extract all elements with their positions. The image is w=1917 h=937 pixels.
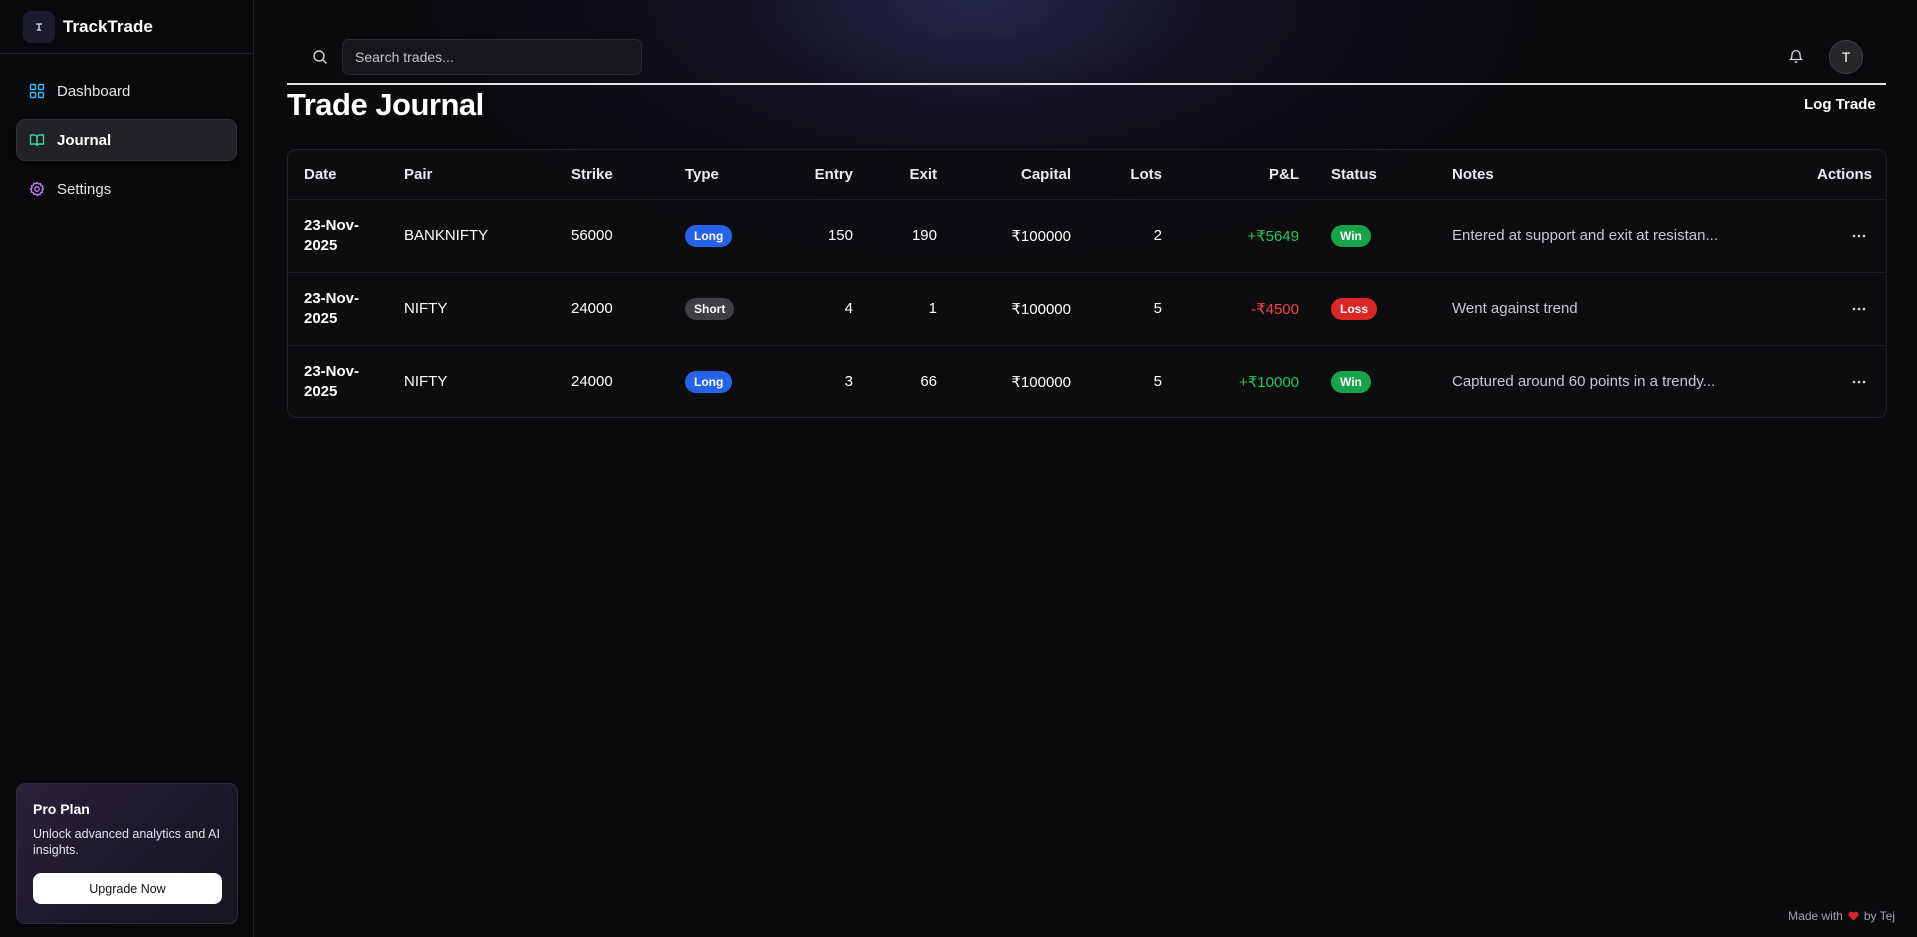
column-header-exit[interactable]: Exit <box>869 150 953 199</box>
gear-icon <box>29 181 45 197</box>
cell-type: Short <box>669 272 773 345</box>
search-input[interactable] <box>342 39 642 75</box>
footer-author: by Tej <box>1863 909 1895 923</box>
table-row[interactable]: 23-Nov- 2025 NIFTY 24000 Long 3 66 ₹10000… <box>288 345 1886 417</box>
cell-entry: 4 <box>844 300 853 317</box>
bell-icon[interactable] <box>1788 48 1804 64</box>
cell-entry: 3 <box>844 373 853 391</box>
cell-strike: 24000 <box>571 373 613 391</box>
more-options-icon[interactable] <box>1846 226 1872 246</box>
column-header-type[interactable]: Type <box>669 150 773 199</box>
book-open-icon <box>29 132 45 148</box>
cell-pair: NIFTY <box>404 300 448 317</box>
sidebar: TrackTrade Dashboard Journal Settings Pr… <box>0 0 254 937</box>
cell-exit: 66 <box>920 373 937 391</box>
status-badge: Loss <box>1331 297 1378 320</box>
cell-actions <box>1758 199 1886 272</box>
cell-capital: ₹100000 <box>1011 300 1071 318</box>
cell-pnl: +₹10000 <box>1238 373 1299 391</box>
brand: TrackTrade <box>0 0 253 54</box>
cell-actions <box>1758 345 1886 417</box>
cell-status: Win <box>1315 199 1436 272</box>
column-header-lots[interactable]: Lots <box>1087 150 1178 199</box>
column-header-pnl[interactable]: P&L <box>1178 150 1315 199</box>
cell-strike: 24000 <box>571 300 613 317</box>
cell-status: Win <box>1315 345 1436 417</box>
cell-date: 23-Nov- 2025 <box>304 362 360 400</box>
cell-exit: 190 <box>911 227 937 244</box>
status-badge: Win <box>1331 370 1371 393</box>
sidebar-item-label: Dashboard <box>57 82 131 100</box>
sidebar-item-journal[interactable]: Journal <box>16 119 237 161</box>
cell-notes: Captured around 60 points in a trendy... <box>1452 373 1716 391</box>
column-header-strike[interactable]: Strike <box>555 150 669 199</box>
sidebar-item-label: Settings <box>57 180 112 198</box>
layout-grid-icon <box>29 83 45 99</box>
brand-name: TrackTrade <box>63 16 153 36</box>
cell-lots: 2 <box>1153 227 1162 244</box>
avatar[interactable]: T <box>1829 40 1863 74</box>
more-options-icon[interactable] <box>1846 372 1872 392</box>
status-badge: Win <box>1331 224 1371 247</box>
cell-lots: 5 <box>1153 300 1162 317</box>
search-icon <box>312 49 328 65</box>
pro-plan-title: Pro Plan <box>33 801 90 817</box>
column-header-status[interactable]: Status <box>1315 150 1436 199</box>
column-header-notes[interactable]: Notes <box>1436 150 1758 199</box>
type-badge: Short <box>685 297 735 320</box>
pro-plan-description: Unlock advanced analytics and AI insight… <box>33 827 220 857</box>
footer: Made with by Tej <box>1788 909 1895 923</box>
cell-exit: 1 <box>928 300 937 317</box>
pro-plan-card: Pro Plan Unlock advanced analytics and A… <box>16 783 238 924</box>
sidebar-nav: Dashboard Journal Settings <box>0 54 253 210</box>
cell-date: 23-Nov- 2025 <box>304 216 360 254</box>
cell-pair: NIFTY <box>404 373 448 391</box>
topbar: T <box>254 0 1917 84</box>
heart-icon <box>1848 911 1859 921</box>
column-header-actions: Actions <box>1816 165 1872 183</box>
log-trade-button[interactable]: Log Trade <box>1804 96 1876 113</box>
table-row[interactable]: 23-Nov- 2025 NIFTY 24000 Short 4 1 ₹10000… <box>288 272 1886 345</box>
column-header-capital[interactable]: Capital <box>953 150 1087 199</box>
column-header-date[interactable]: Date <box>288 150 388 199</box>
cell-capital: ₹100000 <box>1011 227 1071 245</box>
brand-logo-icon[interactable] <box>23 10 55 43</box>
main-content: T Trade Journal Log Trade Date Pair Stri… <box>254 0 1917 937</box>
cell-status: Loss <box>1315 272 1436 345</box>
column-header-entry[interactable]: Entry <box>773 150 869 199</box>
cell-type: Long <box>669 345 773 417</box>
sidebar-item-label: Journal <box>57 131 112 149</box>
more-options-icon[interactable] <box>1846 299 1872 319</box>
trades-table: Date Pair Strike Type Entry Exit Capital… <box>287 149 1887 418</box>
header-divider <box>287 83 1886 85</box>
cell-pnl: +₹5649 <box>1247 227 1299 245</box>
table-header-row: Date Pair Strike Type Entry Exit Capital… <box>288 150 1886 199</box>
cell-notes: Entered at support and exit at resistan.… <box>1452 227 1718 244</box>
column-header-pair[interactable]: Pair <box>388 150 555 199</box>
cell-actions <box>1758 272 1886 345</box>
cell-strike: 56000 <box>571 227 613 244</box>
cell-notes: Went against trend <box>1452 300 1578 317</box>
cell-type: Long <box>669 199 773 272</box>
cell-lots: 5 <box>1153 373 1162 391</box>
upgrade-now-button[interactable]: Upgrade Now <box>33 873 222 904</box>
type-badge: Long <box>685 370 733 393</box>
cell-pair: BANKNIFTY <box>404 227 489 244</box>
sidebar-item-settings[interactable]: Settings <box>16 168 237 210</box>
type-badge: Long <box>685 224 733 247</box>
cell-pnl: -₹4500 <box>1251 300 1299 318</box>
cell-capital: ₹100000 <box>1011 373 1071 391</box>
cell-entry: 150 <box>827 227 853 244</box>
sidebar-item-dashboard[interactable]: Dashboard <box>16 70 237 112</box>
cell-date: 23-Nov- 2025 <box>304 289 360 327</box>
footer-text: Made with <box>1788 909 1843 923</box>
table-row[interactable]: 23-Nov- 2025 BANKNIFTY 56000 Long 150 190… <box>288 199 1886 272</box>
page-title: Trade Journal <box>287 87 484 122</box>
